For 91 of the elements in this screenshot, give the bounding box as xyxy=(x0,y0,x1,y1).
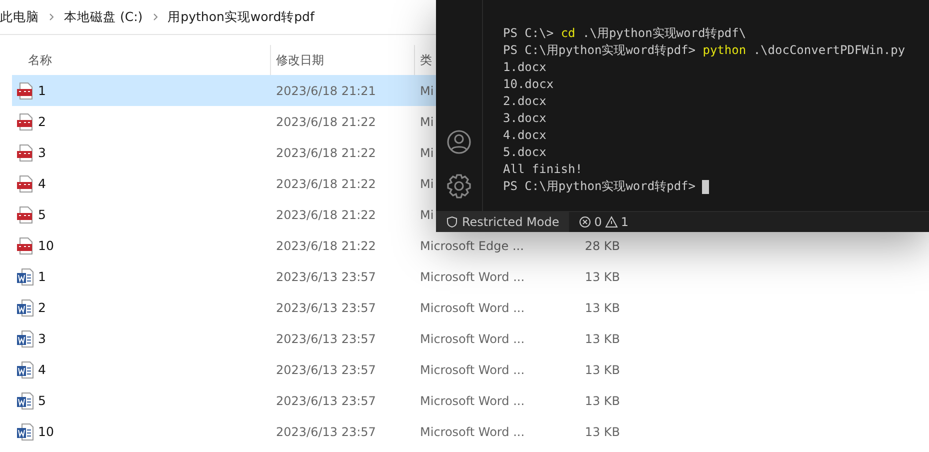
file-type: Mi xyxy=(420,84,434,98)
file-row[interactable]: 2 2023/6/18 21:22 Mi xyxy=(12,106,436,137)
word-file-icon xyxy=(16,392,34,410)
file-type: Microsoft Edge ... xyxy=(420,238,524,252)
file-size: 13 KB xyxy=(584,270,620,284)
file-size: 13 KB xyxy=(584,362,620,376)
file-type: Microsoft Word ... xyxy=(420,300,525,314)
file-name: 1 xyxy=(38,83,46,98)
file-size: 13 KB xyxy=(584,300,620,314)
file-row[interactable]: 10 2023/6/13 23:57 Microsoft Word ... 13 KB xyxy=(12,416,929,447)
modified-date: 2023/6/13 23:57 xyxy=(276,362,376,376)
column-header[interactable]: 名称 xyxy=(22,45,270,75)
terminal-prompt: PS C:\用python实现word转pdf> xyxy=(503,179,696,193)
file-type: Microsoft Word ... xyxy=(420,394,525,408)
file-size: 28 KB xyxy=(584,238,620,252)
pdf-file-icon xyxy=(16,236,34,254)
file-size: 13 KB xyxy=(584,424,620,438)
file-name: 4 xyxy=(38,176,46,191)
breadcrumb-item[interactable]: 本地磁盘 (C:) xyxy=(64,8,143,26)
pdf-file-icon xyxy=(16,174,34,192)
error-count[interactable]: 0 xyxy=(594,215,602,229)
terminal-output: All finish! xyxy=(503,161,584,178)
word-file-icon xyxy=(16,298,34,316)
modified-date: 2023/6/13 23:57 xyxy=(276,332,376,346)
file-row[interactable]: 1 2023/6/13 23:57 Microsoft Word ... 13 KB xyxy=(12,261,929,292)
modified-date: 2023/6/18 21:22 xyxy=(276,238,376,252)
file-type: Mi xyxy=(420,146,434,160)
file-name: 5 xyxy=(38,207,46,222)
modified-date: 2023/6/18 21:21 xyxy=(276,84,376,98)
terminal-output: 5.docx xyxy=(503,144,548,161)
settings-icon[interactable] xyxy=(446,173,472,199)
terminal-output: 4.docx xyxy=(503,127,548,144)
file-type: Microsoft Word ... xyxy=(420,424,525,438)
terminal-output: 3.docx xyxy=(503,110,548,127)
file-name: 1 xyxy=(38,269,46,284)
file-row[interactable]: 5 2023/6/18 21:22 Mi xyxy=(12,199,436,230)
file-name: 4 xyxy=(38,362,46,377)
file-name: 10 xyxy=(38,424,54,439)
file-type: Microsoft Word ... xyxy=(420,270,525,284)
file-name: 2 xyxy=(38,300,46,315)
file-type: Microsoft Word ... xyxy=(420,332,525,346)
file-row[interactable]: 3 2023/6/18 21:22 Mi xyxy=(12,137,436,168)
chevron-icon xyxy=(49,13,54,21)
word-file-icon xyxy=(16,422,34,440)
terminal-output: 10.docx xyxy=(503,76,555,93)
file-name: 3 xyxy=(38,145,46,160)
text-cursor xyxy=(702,180,708,194)
file-row[interactable]: 5 2023/6/13 23:57 Microsoft Word ... 13 KB xyxy=(12,385,929,416)
file-name: 3 xyxy=(38,331,46,346)
modified-date: 2023/6/13 23:57 xyxy=(276,394,376,408)
account-icon[interactable] xyxy=(446,129,472,155)
word-file-icon xyxy=(16,330,34,348)
file-row[interactable]: 1 2023/6/18 21:21 Mi xyxy=(12,75,436,106)
modified-date: 2023/6/13 23:57 xyxy=(276,270,376,284)
modified-date: 2023/6/18 21:22 xyxy=(276,114,376,128)
terminal-line: PS C:\用python实现word转pdf> python .\docConvertPDFWin.py xyxy=(503,42,906,59)
file-name: 2 xyxy=(38,114,46,129)
modified-date: 2023/6/18 21:22 xyxy=(276,146,376,160)
word-file-icon xyxy=(16,268,34,286)
warning-count[interactable]: 1 xyxy=(620,215,628,229)
file-type: Microsoft Word ... xyxy=(420,362,525,376)
shield-icon xyxy=(446,216,458,228)
warning-icon xyxy=(604,216,618,228)
file-type: Mi xyxy=(420,208,434,222)
file-name: 5 xyxy=(38,393,46,408)
chevron-icon xyxy=(152,13,158,21)
error-icon xyxy=(579,216,592,228)
modified-date: 2023/6/18 21:22 xyxy=(276,176,376,190)
file-name: 10 xyxy=(38,238,54,253)
modified-date: 2023/6/13 23:57 xyxy=(276,300,376,314)
modified-date: 2023/6/18 21:22 xyxy=(276,208,376,222)
terminal-output: 1.docx xyxy=(503,59,548,76)
file-type: Mi xyxy=(420,114,434,128)
file-row[interactable]: 2 2023/6/13 23:57 Microsoft Word ... 13 KB xyxy=(12,292,929,323)
breadcrumb-item[interactable]: 用python实现word转pdf xyxy=(168,8,314,26)
terminal-output: 2.docx xyxy=(503,93,548,110)
word-file-icon xyxy=(16,360,34,378)
file-type: Mi xyxy=(420,176,434,190)
file-row[interactable]: 4 2023/6/18 21:22 Mi xyxy=(12,168,436,199)
file-row[interactable]: 3 2023/6/13 23:57 Microsoft Word ... 13 KB xyxy=(12,323,929,354)
file-size: 13 KB xyxy=(584,394,620,408)
terminal-line: PS C:\> cd .\用python实现word转pdf\ xyxy=(503,25,748,42)
breadcrumb-item[interactable]: 此电脑 xyxy=(0,8,39,26)
modified-date: 2023/6/13 23:57 xyxy=(276,424,376,438)
pdf-file-icon xyxy=(16,112,34,130)
file-row[interactable]: 10 2023/6/18 21:22 Microsoft Edge ... 28 KB xyxy=(12,230,929,261)
pdf-file-icon xyxy=(16,82,34,100)
file-size: 13 KB xyxy=(584,332,620,346)
file-row[interactable]: 4 2023/6/13 23:57 Microsoft Word ... 13 KB xyxy=(12,354,929,385)
pdf-file-icon xyxy=(16,144,34,162)
pdf-file-icon xyxy=(16,206,34,224)
